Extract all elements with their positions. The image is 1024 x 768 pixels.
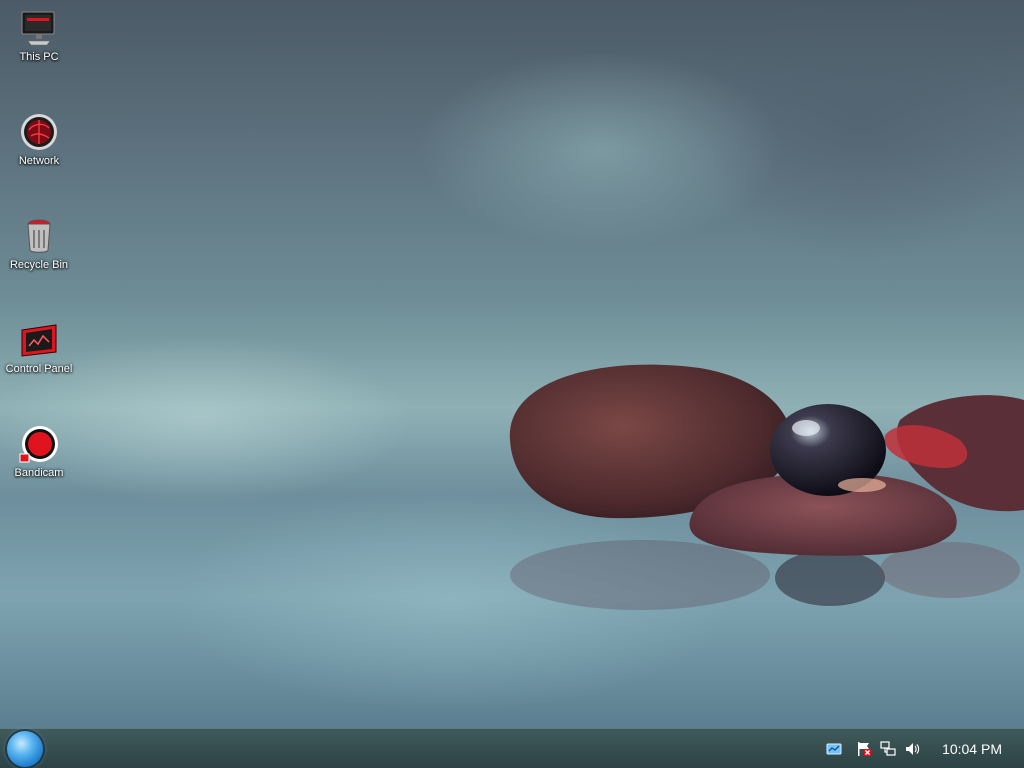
desktop-icon-label: This PC — [19, 51, 59, 63]
desktop: This PC Network Recycle Bin Control Pane… — [0, 0, 1024, 728]
bandicam-icon — [19, 426, 58, 463]
computer-icon — [21, 11, 55, 46]
action-center-icon[interactable] — [826, 741, 842, 757]
network-tray-icon[interactable] — [880, 741, 896, 757]
desktop-icon-label: Recycle Bin — [9, 259, 69, 271]
taskbar-clock[interactable]: 10:04 PM — [942, 741, 1002, 757]
desktop-icon-label: Bandicam — [14, 467, 64, 479]
wallpaper-image — [509, 364, 1024, 610]
desktop-icon-bandicam[interactable]: Bandicam — [1, 424, 77, 479]
control-panel-icon — [21, 324, 57, 357]
volume-icon[interactable] — [904, 741, 920, 757]
desktop-icon-network[interactable]: Network — [1, 112, 77, 167]
start-button[interactable] — [7, 731, 43, 767]
desktop-icon-label: Network — [18, 155, 60, 167]
desktop-icon-recycle-bin[interactable]: Recycle Bin — [1, 216, 77, 271]
taskbar: 10:04 PM — [0, 728, 1024, 768]
desktop-icon-control-panel[interactable]: Control Panel — [1, 320, 77, 375]
recycle-bin-icon — [27, 219, 51, 253]
desktop-icon-this-pc[interactable]: This PC — [1, 8, 77, 63]
network-icon — [21, 114, 57, 150]
desktop-icon-label: Control Panel — [5, 363, 73, 375]
flag-icon[interactable] — [856, 741, 872, 757]
